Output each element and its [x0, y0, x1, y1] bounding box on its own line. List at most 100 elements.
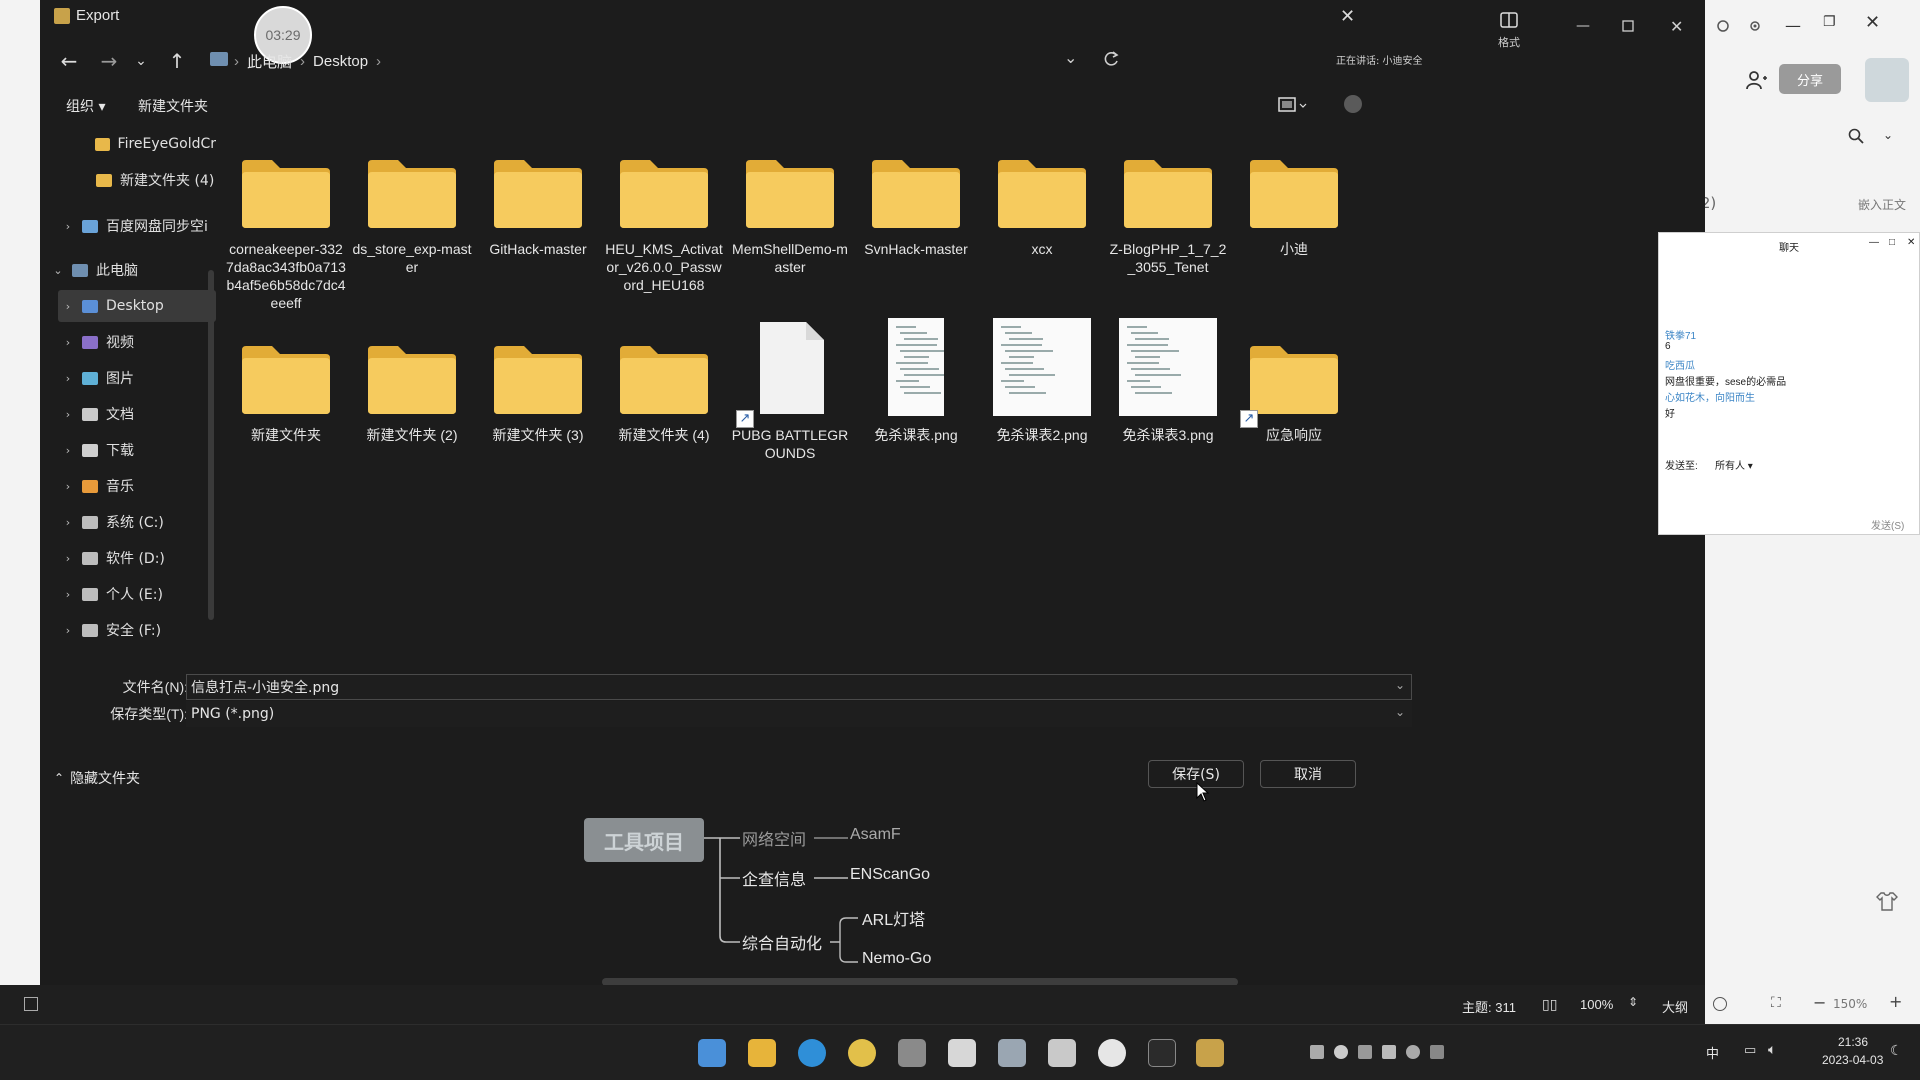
breadcrumb[interactable]: › 此电脑 › Desktop ›: [234, 51, 381, 72]
clock-date[interactable]: 2023-04-03: [1822, 1053, 1883, 1067]
outline-toggle[interactable]: 大纲: [1662, 997, 1688, 1016]
sidebar-item[interactable]: › 视频: [58, 326, 216, 358]
mind-map-branch[interactable]: 综合自动化: [742, 930, 822, 954]
filename-input[interactable]: 信息打点-小迪安全.png ⌄: [186, 674, 1412, 700]
close-icon[interactable]: ✕: [1865, 12, 1880, 33]
chevron-down-icon[interactable]: ⌄: [1883, 128, 1893, 142]
cancel-button[interactable]: 取消: [1260, 760, 1356, 788]
sidebar-item[interactable]: › 下载: [58, 434, 216, 466]
zoom-in-icon[interactable]: +: [1889, 992, 1902, 1011]
image-file-item[interactable]: 免杀课表2.png: [982, 318, 1102, 444]
send-to-select[interactable]: 所有人 ▾: [1715, 457, 1753, 472]
restore-icon[interactable]: ❐: [1823, 14, 1836, 30]
shortcut-item[interactable]: ↗ PUBG BATTLEGROUNDS: [730, 322, 850, 462]
sidebar-item[interactable]: › 文档: [58, 398, 216, 430]
folder-item[interactable]: GitHack-master: [478, 142, 598, 258]
filetype-dropdown-icon[interactable]: ⌄: [1395, 705, 1405, 719]
maximize-icon[interactable]: [1622, 20, 1634, 32]
remote-icon[interactable]: [998, 1039, 1026, 1067]
folder-item[interactable]: SvnHack-master: [856, 142, 976, 258]
folder-item[interactable]: Z-BlogPHP_1_7_2_3055_Tenet: [1108, 142, 1228, 276]
sidebar-item[interactable]: › 安全 (F:): [58, 614, 216, 646]
start-icon[interactable]: [698, 1039, 726, 1067]
settings-icon[interactable]: [1747, 18, 1763, 34]
share-button[interactable]: 分享: [1779, 64, 1841, 94]
forward-arrow-icon[interactable]: →: [92, 44, 126, 78]
refresh-icon[interactable]: [1715, 18, 1731, 34]
user-add-icon[interactable]: [1745, 70, 1767, 90]
recent-locations-icon[interactable]: ⌄: [124, 44, 158, 78]
chevron-right-icon[interactable]: ›: [62, 588, 74, 601]
mind-map-leaf[interactable]: ARL灯塔: [862, 906, 925, 930]
new-folder-button[interactable]: 新建文件夹: [138, 96, 208, 116]
minimize-icon[interactable]: —: [1576, 18, 1590, 34]
zoom-level[interactable]: 100%: [1580, 997, 1613, 1012]
sidebar-item[interactable]: › 图片: [58, 362, 216, 394]
folder-item[interactable]: HEU_KMS_Activator_v26.0.0_Password_HEU16…: [604, 142, 724, 294]
address-dropdown-icon[interactable]: ⌄: [1064, 48, 1077, 67]
folder-item[interactable]: corneakeeper-3327da8ac343fb0a713b4af5e6b…: [226, 142, 346, 312]
folder-item[interactable]: ds_store_exp-master: [352, 142, 472, 276]
clock-time[interactable]: 21:36: [1838, 1035, 1868, 1049]
chevron-right-icon[interactable]: ›: [62, 516, 74, 529]
send-button[interactable]: 发送(S): [1871, 517, 1904, 532]
system-tray-icons[interactable]: [1310, 1045, 1510, 1061]
back-arrow-icon[interactable]: ←: [52, 44, 86, 78]
hide-folders-toggle[interactable]: ⌃ 隐藏文件夹: [54, 768, 140, 788]
chevron-right-icon[interactable]: ›: [62, 408, 74, 421]
help-icon[interactable]: [1344, 95, 1362, 113]
folder-item[interactable]: MemShellDemo-master: [730, 142, 850, 276]
sidebar-scrollbar[interactable]: [208, 270, 214, 620]
folder-item[interactable]: 小迪: [1234, 142, 1354, 258]
sidebar-toggle-icon[interactable]: [24, 997, 38, 1011]
notes-icon[interactable]: [948, 1039, 976, 1067]
up-arrow-icon[interactable]: ↑: [160, 44, 194, 78]
volume-icon[interactable]: 🔈︎: [1768, 1042, 1776, 1058]
settings-app-icon[interactable]: [1098, 1039, 1126, 1067]
image-file-item[interactable]: 免杀课表3.png: [1108, 318, 1228, 444]
image-file-item[interactable]: 免杀课表.png: [856, 318, 976, 444]
chevron-down-icon[interactable]: ⌄: [52, 264, 64, 277]
chevron-right-icon[interactable]: ›: [62, 480, 74, 493]
refresh-icon[interactable]: [1102, 50, 1120, 68]
sidebar-item[interactable]: › 音乐: [58, 470, 216, 502]
book-icon[interactable]: ▯▯: [1542, 997, 1557, 1013]
breadcrumb-desktop[interactable]: Desktop: [313, 53, 368, 70]
ime-indicator[interactable]: 中: [1706, 1043, 1719, 1062]
mind-map-branch[interactable]: 企查信息: [742, 866, 806, 890]
breadcrumb-this-pc[interactable]: 此电脑: [247, 51, 292, 72]
avatar[interactable]: [1865, 58, 1909, 102]
chevron-right-icon[interactable]: ›: [62, 552, 74, 565]
app-icon[interactable]: [898, 1039, 926, 1067]
sidebar-item[interactable]: FireEyeGoldCr: [72, 128, 216, 160]
file-explorer-icon[interactable]: [748, 1039, 776, 1067]
view-mode-icon[interactable]: [1278, 96, 1308, 114]
folder-item[interactable]: 新建文件夹 (4): [604, 328, 724, 444]
zoom-out-icon[interactable]: −: [1813, 993, 1826, 1012]
filetype-select[interactable]: PNG (*.png) ⌄: [186, 701, 1412, 727]
chevron-right-icon[interactable]: ›: [62, 336, 74, 349]
chevron-right-icon[interactable]: ›: [62, 444, 74, 457]
notification-icon[interactable]: ☾: [1890, 1043, 1903, 1059]
maximize-icon[interactable]: □: [1889, 237, 1895, 248]
folder-item[interactable]: xcx: [982, 142, 1102, 258]
chevron-right-icon[interactable]: ›: [62, 372, 74, 385]
shirt-icon[interactable]: [1875, 890, 1899, 912]
chevron-right-icon[interactable]: ›: [62, 624, 74, 637]
folder-item[interactable]: 新建文件夹: [226, 328, 346, 444]
sidebar-item[interactable]: › Desktop: [58, 290, 216, 322]
zoom-stepper-icon[interactable]: ⇕: [1628, 995, 1638, 1009]
mind-map-root[interactable]: 工具项目: [584, 818, 704, 862]
sidebar-item[interactable]: › 软件 (D:): [58, 542, 216, 574]
close-icon[interactable]: ✕: [1907, 237, 1915, 248]
folder-item[interactable]: ↗ 应急响应: [1234, 328, 1354, 444]
folder-item[interactable]: 新建文件夹 (3): [478, 328, 598, 444]
chevron-right-icon[interactable]: ›: [62, 300, 74, 313]
layout-icon[interactable]: [1500, 12, 1518, 28]
terminal-icon[interactable]: [1148, 1039, 1176, 1067]
mind-map-leaf[interactable]: AsamF: [850, 826, 901, 844]
play-icon[interactable]: [1713, 997, 1727, 1011]
search-icon[interactable]: [1848, 128, 1864, 144]
minimize-icon[interactable]: —: [1785, 16, 1801, 35]
chevron-right-icon[interactable]: ›: [62, 220, 74, 233]
